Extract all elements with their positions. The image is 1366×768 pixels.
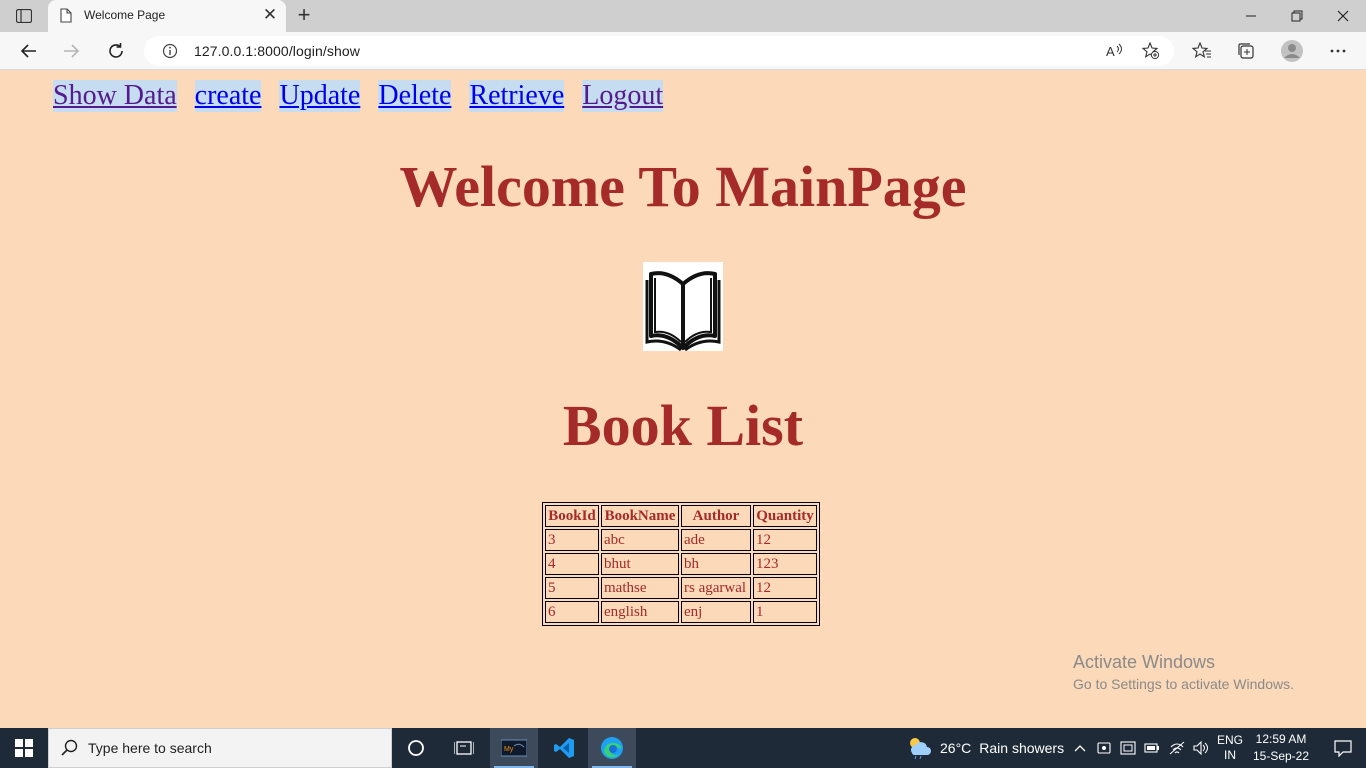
weather-widget[interactable]: 26°C Rain showers xyxy=(906,728,1064,768)
cell-bookname: abc xyxy=(601,529,679,551)
plus-icon[interactable]: + xyxy=(292,4,316,28)
nav-update-link[interactable]: Update xyxy=(279,80,361,112)
cell-bookname: bhut xyxy=(601,553,679,575)
table-header-row: BookId BookName Author Quantity xyxy=(545,505,817,527)
cell-bookid: 5 xyxy=(545,577,599,599)
open-book-icon xyxy=(643,262,723,352)
cell-author: rs agarwal xyxy=(681,577,751,599)
tab-actions-icon[interactable] xyxy=(12,6,36,26)
vscode-icon[interactable] xyxy=(540,728,588,768)
nav-retrieve-link[interactable]: Retrieve xyxy=(469,80,565,112)
forward-icon[interactable] xyxy=(60,39,84,63)
cell-quantity: 12 xyxy=(753,529,817,551)
favorites-icon[interactable] xyxy=(1190,39,1214,63)
weather-condition: Rain showers xyxy=(979,740,1065,756)
cell-bookid: 3 xyxy=(545,529,599,551)
refresh-icon[interactable] xyxy=(104,39,128,63)
column-header-quantity: Quantity xyxy=(753,505,817,527)
wifi-icon[interactable] xyxy=(1166,728,1188,768)
windows-logo-icon[interactable] xyxy=(0,728,48,768)
svg-text:A: A xyxy=(1106,44,1115,59)
profile-icon[interactable] xyxy=(1278,39,1306,63)
task-view-icon[interactable] xyxy=(440,728,488,768)
network-card-icon[interactable] xyxy=(1118,728,1138,768)
mysql-app-icon[interactable]: My xyxy=(490,728,538,768)
minimize-icon[interactable] xyxy=(1236,4,1266,28)
nav-links: Show Data create Update Delete Retrieve … xyxy=(53,80,681,112)
clock-date: 15-Sep-22 xyxy=(1252,749,1310,763)
cortana-icon[interactable] xyxy=(392,728,440,768)
more-icon[interactable] xyxy=(1326,39,1350,63)
language-indicator[interactable]: ENG IN xyxy=(1216,733,1244,763)
notification-icon[interactable] xyxy=(1320,728,1366,768)
weather-temperature: 26°C xyxy=(940,740,972,756)
nav-delete-link[interactable]: Delete xyxy=(378,80,452,112)
table-row: 6 english enj 1 xyxy=(545,601,817,623)
url-text: 127.0.0.1:8000/login/show xyxy=(194,43,360,59)
column-header-author: Author xyxy=(681,505,751,527)
system-clock[interactable]: 12:59 AM 15-Sep-22 xyxy=(1250,731,1312,765)
browser-tab-bar: Welcome Page ✕ + xyxy=(0,0,1366,32)
cell-quantity: 12 xyxy=(753,577,817,599)
table-row: 3 abc ade 12 xyxy=(545,529,817,551)
meet-now-icon[interactable] xyxy=(1094,728,1114,768)
activate-windows-subtitle: Go to Settings to activate Windows. xyxy=(1073,676,1294,692)
cell-quantity: 1 xyxy=(753,601,817,623)
page-content: Show Data create Update Delete Retrieve … xyxy=(0,71,1366,728)
info-icon[interactable] xyxy=(162,43,178,64)
cell-author: enj xyxy=(681,601,751,623)
language-region: IN xyxy=(1224,748,1236,762)
nav-show-data-link[interactable]: Show Data xyxy=(53,80,177,112)
nav-create-link[interactable]: create xyxy=(194,80,262,112)
book-table: BookId BookName Author Quantity 3 abc ad… xyxy=(542,502,820,626)
cell-bookname: english xyxy=(601,601,679,623)
volume-icon[interactable] xyxy=(1190,728,1212,768)
close-icon[interactable]: ✕ xyxy=(262,6,278,24)
column-header-bookid: BookId xyxy=(545,505,599,527)
cell-author: bh xyxy=(681,553,751,575)
collections-icon[interactable] xyxy=(1234,39,1258,63)
cell-bookname: mathse xyxy=(601,577,679,599)
cell-quantity: 123 xyxy=(753,553,817,575)
activate-windows-watermark: Activate Windows Go to Settings to activ… xyxy=(1073,651,1294,695)
battery-icon[interactable] xyxy=(1142,728,1162,768)
activate-windows-title: Activate Windows xyxy=(1073,652,1216,672)
read-aloud-icon[interactable]: A xyxy=(1106,43,1124,64)
weather-icon xyxy=(906,735,932,762)
restore-icon[interactable] xyxy=(1282,4,1312,28)
column-header-bookname: BookName xyxy=(601,505,679,527)
svg-text:My: My xyxy=(504,746,514,753)
search-icon xyxy=(61,739,79,762)
window-close-icon[interactable] xyxy=(1328,4,1358,28)
back-icon[interactable] xyxy=(16,39,40,63)
book-list-heading: Book List xyxy=(562,393,804,458)
clock-time: 12:59 AM xyxy=(1255,732,1307,746)
page-title: Welcome To MainPage xyxy=(399,154,967,219)
page-icon xyxy=(60,8,72,28)
table-row: 4 bhut bh 123 xyxy=(545,553,817,575)
nav-logout-link[interactable]: Logout xyxy=(582,80,664,112)
cell-author: ade xyxy=(681,529,751,551)
search-placeholder: Type here to search xyxy=(88,740,212,756)
language-code: ENG xyxy=(1216,733,1243,747)
table-row: 5 mathse rs agarwal 12 xyxy=(545,577,817,599)
cell-bookid: 4 xyxy=(545,553,599,575)
cell-bookid: 6 xyxy=(545,601,599,623)
browser-toolbar: 127.0.0.1:8000/login/show A xyxy=(0,32,1366,70)
tab-title: Welcome Page xyxy=(84,8,166,22)
taskbar-search-box[interactable]: Type here to search xyxy=(48,728,392,768)
address-bar[interactable]: 127.0.0.1:8000/login/show A xyxy=(144,36,1174,66)
add-favorite-icon[interactable] xyxy=(1141,41,1160,65)
chevron-up-icon[interactable] xyxy=(1070,728,1090,768)
taskbar: Type here to search My 26°C Rain showers xyxy=(0,728,1366,768)
browser-tab[interactable]: Welcome Page ✕ xyxy=(48,0,286,32)
edge-icon[interactable] xyxy=(588,728,636,768)
